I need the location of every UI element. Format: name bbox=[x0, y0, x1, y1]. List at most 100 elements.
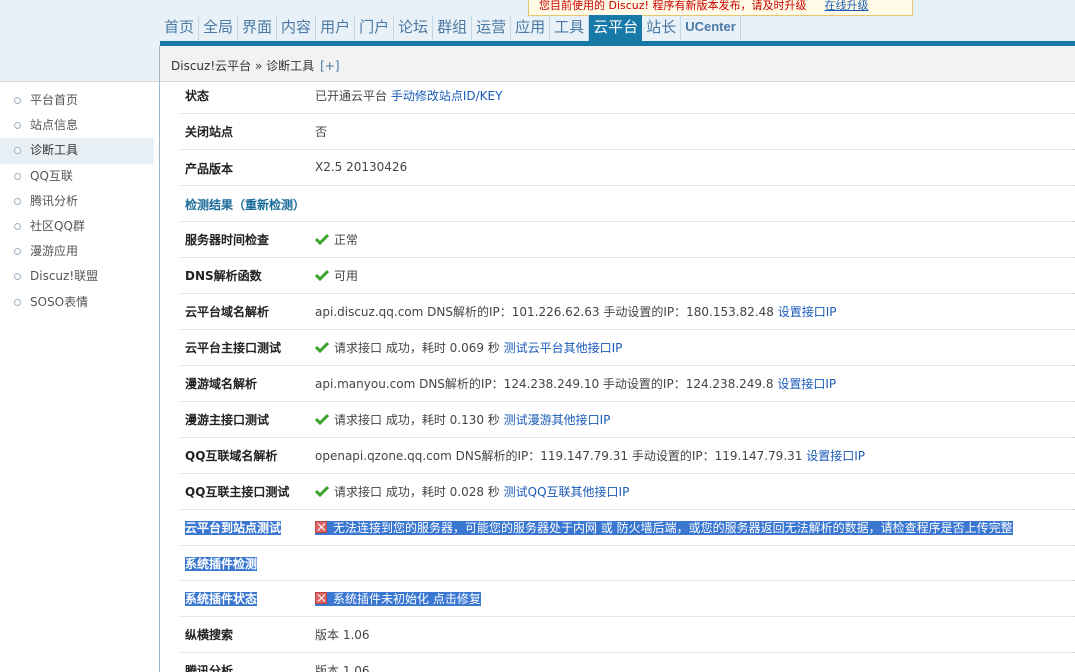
row-manyou-api: 漫游主接口测试 请求接口 成功，耗时 0.130 秒 测试漫游其他接口IP bbox=[180, 402, 1075, 438]
row-value: api.discuz.qq.com DNS解析的IP：101.226.62.63… bbox=[315, 305, 837, 319]
row-label: 服务器时间检查 bbox=[185, 233, 270, 247]
row-label: 云平台主接口测试 bbox=[185, 341, 282, 355]
check-icon bbox=[315, 233, 329, 245]
topnav-item[interactable]: 群组 bbox=[433, 15, 473, 41]
row-label: 云平台域名解析 bbox=[185, 305, 270, 319]
set-api-ip-link[interactable]: 设置接口IP bbox=[778, 305, 837, 319]
sidebar-item[interactable]: 诊断工具 bbox=[0, 138, 154, 164]
sidebar-item-label: 腾讯分析 bbox=[30, 193, 79, 208]
row-value: 无法连接到您的服务器，可能您的服务器处于内网 或 防火墙后端，或您的服务器返回无… bbox=[315, 519, 1013, 536]
sidebar-item[interactable]: SOSO表情 bbox=[0, 290, 154, 315]
test-manyou-ip-link[interactable]: 测试漫游其他接口IP bbox=[504, 413, 611, 427]
row-label: 关闭站点 bbox=[185, 125, 234, 139]
row-label: 漫游域名解析 bbox=[185, 377, 258, 391]
check-icon bbox=[315, 413, 329, 425]
sidebar: 平台首页站点信息诊断工具 QQ互联腾讯分析社区QQ群漫游应用 Discuz!联盟 SO… bbox=[0, 46, 160, 672]
row-value: 系统插件未初始化 点击修复 bbox=[315, 590, 481, 607]
row-label: 系统插件状态 bbox=[185, 592, 258, 606]
sidebar-item-label: 站点信息 bbox=[30, 118, 79, 133]
row-value: 已开通云平台 手动修改站点ID/KEY bbox=[315, 89, 503, 103]
modify-site-key-link[interactable]: 手动修改站点ID/KEY bbox=[391, 89, 503, 103]
topnav-item[interactable]: 门户 bbox=[355, 15, 395, 41]
sidebar-item-label: 平台首页 bbox=[30, 93, 79, 107]
sidebar-item[interactable]: Discuz!联盟 bbox=[0, 264, 154, 289]
section-plugin-check: 系统插件检测 bbox=[180, 546, 1075, 581]
topnav-item[interactable]: 云平台 bbox=[589, 15, 643, 41]
bullet-icon bbox=[14, 248, 21, 256]
row-label: 纵横搜索 bbox=[185, 628, 234, 642]
row-manyou-dns: 漫游域名解析 api.manyou.com DNS解析的IP：124.238.2… bbox=[180, 366, 1075, 402]
section-check-result: 检测结果（重新检测） bbox=[180, 186, 1075, 222]
sidebar-item-label: 漫游应用 bbox=[30, 244, 79, 259]
topnav-item[interactable]: 用户 bbox=[316, 15, 356, 41]
check-icon bbox=[315, 485, 329, 497]
sidebar-item[interactable]: 腾讯分析 bbox=[0, 189, 154, 214]
sidebar-item-label: 诊断工具 bbox=[30, 143, 79, 158]
row-label: 腾讯分析 bbox=[185, 664, 234, 672]
row-version: 产品版本 X2.5 20130426 bbox=[180, 150, 1075, 186]
sidebar-item[interactable]: 社区QQ群 bbox=[0, 214, 154, 239]
bullet-icon bbox=[14, 222, 21, 230]
sidebar-item[interactable]: 漫游应用 bbox=[0, 239, 154, 264]
breadcrumb-toggle[interactable]: [+] bbox=[320, 59, 339, 73]
set-api-ip-link[interactable]: 设置接口IP bbox=[806, 449, 865, 463]
row-server-time: 服务器时间检查 正常 bbox=[180, 222, 1075, 258]
set-api-ip-link[interactable]: 设置接口IP bbox=[777, 377, 836, 391]
topnav-item[interactable]: 工具 bbox=[550, 15, 590, 41]
topnav-item[interactable]: 运营 bbox=[472, 15, 512, 41]
bullet-icon bbox=[14, 298, 21, 306]
upgrade-link[interactable]: 在线升级 bbox=[824, 0, 868, 12]
row-value: 请求接口 成功，耗时 0.069 秒 测试云平台其他接口IP bbox=[315, 339, 622, 356]
row-value: openapi.qzone.qq.com DNS解析的IP：119.147.79… bbox=[315, 449, 866, 463]
error-icon bbox=[315, 521, 327, 533]
sidebar-item[interactable]: 站点信息 bbox=[0, 113, 154, 138]
row-label: 产品版本 bbox=[185, 162, 234, 176]
row-value: 可用 bbox=[315, 267, 358, 284]
sidebar-item-label: QQ互联 bbox=[30, 168, 73, 183]
sidebar-item-label: 社区QQ群 bbox=[30, 218, 85, 233]
row-dns-func: DNS解析函数 可用 bbox=[180, 258, 1075, 294]
check-icon bbox=[315, 269, 329, 281]
row-qq-api: QQ互联主接口测试 请求接口 成功，耗时 0.028 秒 测试QQ互联其他接口I… bbox=[180, 474, 1075, 510]
topnav-item[interactable]: 界面 bbox=[238, 15, 278, 41]
diagnostic-table: 状态 已开通云平台 手动修改站点ID/KEY 关闭站点 否 产品版本 X2.5 … bbox=[180, 78, 1075, 672]
error-icon bbox=[315, 592, 327, 604]
test-cloud-ip-link[interactable]: 测试云平台其他接口IP bbox=[504, 341, 623, 355]
check-icon bbox=[315, 341, 329, 353]
bullet-icon bbox=[14, 273, 21, 281]
row-label: 状态 bbox=[185, 89, 210, 103]
topnav-item[interactable]: UCenter bbox=[681, 15, 741, 41]
row-label: 云平台到站点测试 bbox=[185, 521, 282, 535]
row-label: QQ互联域名解析 bbox=[185, 449, 278, 463]
row-value: 请求接口 成功，耗时 0.130 秒 测试漫游其他接口IP bbox=[315, 411, 610, 428]
row-cloud-to-site: 云平台到站点测试 无法连接到您的服务器，可能您的服务器处于内网 或 防火墙后端，… bbox=[180, 510, 1075, 546]
test-qq-ip-link[interactable]: 测试QQ互联其他接口IP bbox=[504, 485, 630, 499]
section-title[interactable]: 检测结果（重新检测） bbox=[185, 196, 305, 213]
sidebar-item[interactable]: QQ互联 bbox=[0, 164, 154, 189]
row-label: 漫游主接口测试 bbox=[185, 413, 270, 427]
breadcrumb: Discuz!云平台 » 诊断工具 [+] bbox=[160, 46, 1075, 82]
row-cloud-api: 云平台主接口测试 请求接口 成功，耗时 0.069 秒 测试云平台其他接口IP bbox=[180, 330, 1075, 366]
upgrade-notice-text: 您目前使用的 Discuz! 程序有新版本发布，请及时升级 bbox=[539, 0, 807, 12]
row-cloud-dns: 云平台域名解析 api.discuz.qq.com DNS解析的IP：101.2… bbox=[180, 294, 1075, 330]
topnav-item[interactable]: 全局 bbox=[199, 15, 239, 41]
topnav-item[interactable]: 应用 bbox=[511, 15, 551, 41]
row-value: 正常 bbox=[315, 231, 358, 248]
row-plugin-status: 系统插件状态 系统插件未初始化 点击修复 bbox=[180, 581, 1075, 617]
sidebar-item[interactable]: 平台首页 bbox=[0, 88, 154, 113]
topnav-item[interactable]: 首页 bbox=[160, 15, 200, 41]
bullet-icon bbox=[14, 172, 21, 180]
bullet-icon bbox=[14, 197, 21, 205]
row-close-site: 关闭站点 否 bbox=[180, 114, 1075, 150]
row-status: 状态 已开通云平台 手动修改站点ID/KEY bbox=[180, 78, 1075, 114]
row-label: QQ互联主接口测试 bbox=[185, 485, 290, 499]
topnav-item[interactable]: 论坛 bbox=[394, 15, 434, 41]
topnav-item[interactable]: 站长 bbox=[642, 15, 682, 41]
row-label: DNS解析函数 bbox=[185, 269, 262, 283]
topnav-item[interactable]: 内容 bbox=[277, 15, 317, 41]
row-value: 请求接口 成功，耗时 0.028 秒 测试QQ互联其他接口IP bbox=[315, 483, 629, 500]
section-title: 系统插件检测 bbox=[185, 557, 258, 571]
row-zongheng: 纵横搜索 版本 1.06 bbox=[180, 617, 1075, 653]
bullet-icon bbox=[14, 147, 21, 155]
breadcrumb-text: Discuz!云平台 » 诊断工具 bbox=[171, 59, 315, 73]
